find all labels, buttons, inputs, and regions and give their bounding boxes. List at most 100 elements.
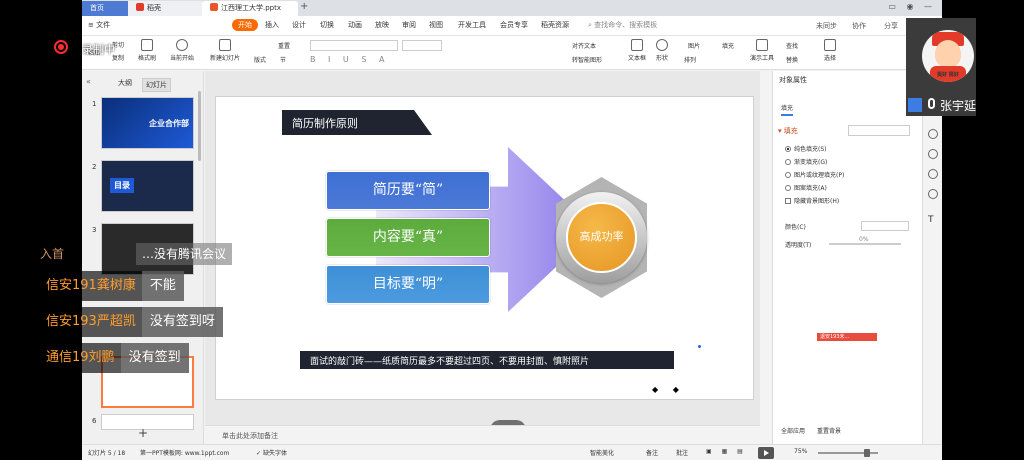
menu-insert[interactable]: 插入 [265, 20, 279, 30]
text-icon[interactable]: T [928, 215, 938, 225]
participant-video-tile[interactable]: 挺好 挺好 张宇延 [906, 18, 976, 116]
arrange-button[interactable]: 排列 [684, 55, 696, 64]
text-format-buttons[interactable]: B I U S A [310, 55, 389, 64]
tab-docer[interactable]: 稻壳 [128, 1, 202, 16]
radio-icon [785, 185, 791, 191]
new-slide-button[interactable]: 新建幻灯片 [210, 39, 240, 62]
reset-button[interactable]: 重置 [278, 41, 290, 50]
picture-button[interactable]: 图片 [688, 41, 700, 50]
shape-button[interactable]: 形状 [656, 39, 668, 62]
zoom-slider-handle[interactable] [864, 449, 870, 457]
menu-home[interactable]: 开始 [232, 19, 258, 31]
docer-icon [136, 3, 144, 11]
layers-icon[interactable] [928, 129, 938, 139]
navigation-arrows-icon[interactable]: ◆ ◆ [652, 385, 685, 394]
layout-button[interactable]: 版式 [254, 55, 266, 64]
picture-fill-radio[interactable]: 图片或纹理填充(P) [785, 170, 844, 179]
menu-bar: ≡ 文件 开始 插入 设计 切换 动画 放映 审阅 视图 开发工具 会员专享 稻… [82, 16, 942, 36]
slide-thumbnail-text: 目录 [110, 178, 134, 193]
font-size-select[interactable] [402, 40, 442, 51]
help-icon[interactable] [928, 149, 938, 159]
text-box-button[interactable]: 文本框 [628, 39, 646, 62]
recording-label: 录制中 [82, 43, 115, 56]
slide-thumbnail-text: 企业合作部 [149, 119, 189, 128]
cursor-icon [824, 39, 836, 51]
missing-font-button[interactable]: ✓ 缺失字体 [256, 448, 287, 457]
find-button[interactable]: 查找 [786, 41, 798, 50]
chat-sender-faded: 入首 [40, 247, 65, 261]
presenter-tools-button[interactable]: 演示工具 [750, 39, 774, 62]
transparency-slider[interactable] [829, 243, 901, 245]
collapse-panel-icon[interactable]: « [86, 77, 91, 86]
menu-view[interactable]: 视图 [429, 20, 443, 30]
chat-message-row: 信安191龚树康 不能 [40, 271, 184, 301]
tab-home[interactable]: 首页 [82, 1, 128, 16]
menu-transition[interactable]: 切换 [320, 20, 334, 30]
tab-slides[interactable]: 幻灯片 [142, 78, 171, 92]
chat-sender: 通信19刘鹏 [40, 343, 121, 373]
fill-button[interactable]: 填充 [722, 41, 734, 50]
panel-title: 对象属性 [779, 76, 807, 84]
sync-status[interactable]: 未同步 [816, 21, 837, 31]
menu-docer-resources[interactable]: 稻壳资源 [541, 20, 569, 30]
share-button[interactable]: 分享 [884, 21, 898, 31]
select-button[interactable]: 选择 [824, 39, 836, 62]
convert-smartart-button[interactable]: 转智能图形 [572, 55, 602, 64]
radio-checked-icon [785, 146, 791, 152]
reset-background-button[interactable]: 重置背景 [817, 426, 841, 435]
play-slideshow-button[interactable] [758, 447, 774, 459]
slide-canvas[interactable]: 简历制作原则 简历要“简” 内容要“真” 目标要“明” 高成功率 面试的敲门砖—… [215, 96, 754, 400]
emoji-icon[interactable] [928, 169, 938, 179]
beautify-button[interactable]: 智能美化 [590, 448, 614, 457]
location-icon[interactable] [928, 189, 938, 199]
command-search[interactable]: ⌕ 查找命令、搜索模板 [588, 20, 657, 30]
menu-design[interactable]: 设计 [292, 20, 306, 30]
tab-outline[interactable]: 大纲 [118, 78, 132, 88]
selection-handle[interactable] [698, 345, 701, 348]
color-picker[interactable] [861, 221, 909, 231]
add-slide-button[interactable]: + [138, 426, 148, 440]
play-from-current-button[interactable]: 当前开始 [170, 39, 194, 62]
format-painter-button[interactable]: 格式刷 [138, 39, 156, 62]
menu-member[interactable]: 会员专享 [500, 20, 528, 30]
fill-dropdown[interactable] [848, 125, 910, 136]
avatar-face [935, 40, 961, 68]
font-family-select[interactable] [310, 40, 398, 51]
menu-animation[interactable]: 动画 [348, 20, 362, 30]
notes-toggle[interactable]: 备注 [646, 448, 658, 457]
menu-file[interactable]: ≡ 文件 [88, 20, 110, 30]
notes-bar[interactable]: 单击此处添加备注 [205, 425, 760, 444]
solid-fill-radio[interactable]: 纯色填充(S) [785, 144, 827, 153]
new-tab-icon[interactable]: + [300, 1, 308, 12]
chat-message: 不能 [141, 271, 184, 301]
slide-thumbnail-1[interactable]: 企业合作部 [101, 97, 194, 149]
align-text-button[interactable]: 对齐文本 [572, 41, 596, 50]
bottom-caption-bar[interactable]: 面试的敲门砖——纸质简历最多不要超过四页、不要用封面、慎附照片 [300, 351, 674, 369]
replace-button[interactable]: 替换 [786, 55, 798, 64]
view-mode-buttons[interactable]: ▣ ▦ ▤ [706, 448, 747, 455]
apply-all-button[interactable]: 全部应用 [781, 426, 805, 435]
slide-thumbnail-2[interactable]: 目录 [101, 160, 194, 212]
tab-fill[interactable]: 填充 [781, 103, 794, 116]
slides-scrollbar[interactable] [198, 91, 201, 161]
comment-toggle[interactable]: 批注 [676, 448, 688, 457]
slide-number: 2 [92, 163, 97, 171]
menu-developer[interactable]: 开发工具 [458, 20, 486, 30]
window-controls[interactable]: ▭ ◉ — [888, 2, 936, 11]
principle-box-2[interactable]: 内容要“真” [326, 218, 490, 257]
recording-icon [54, 40, 68, 54]
gradient-fill-radio[interactable]: 渐变填充(G) [785, 157, 827, 166]
pattern-fill-radio[interactable]: 图案填充(A) [785, 183, 827, 192]
menu-slideshow[interactable]: 放映 [375, 20, 389, 30]
collab-button[interactable]: 协作 [852, 21, 866, 31]
tab-document[interactable]: 江西理工大学.pptx [202, 1, 298, 16]
search-icon: ⌕ [588, 21, 592, 29]
hide-background-checkbox[interactable]: 隐藏背景图形(H) [785, 196, 839, 205]
section-button[interactable]: 节 [280, 55, 286, 64]
principle-box-1[interactable]: 简历要“简” [326, 171, 490, 210]
menu-review[interactable]: 审阅 [402, 20, 416, 30]
slide-title-box[interactable]: 简历制作原则 [282, 110, 432, 135]
participant-info: 张宇延 [906, 96, 976, 114]
fill-section-header[interactable]: ▾ 填充 [778, 126, 798, 136]
principle-box-3[interactable]: 目标要“明” [326, 265, 490, 304]
